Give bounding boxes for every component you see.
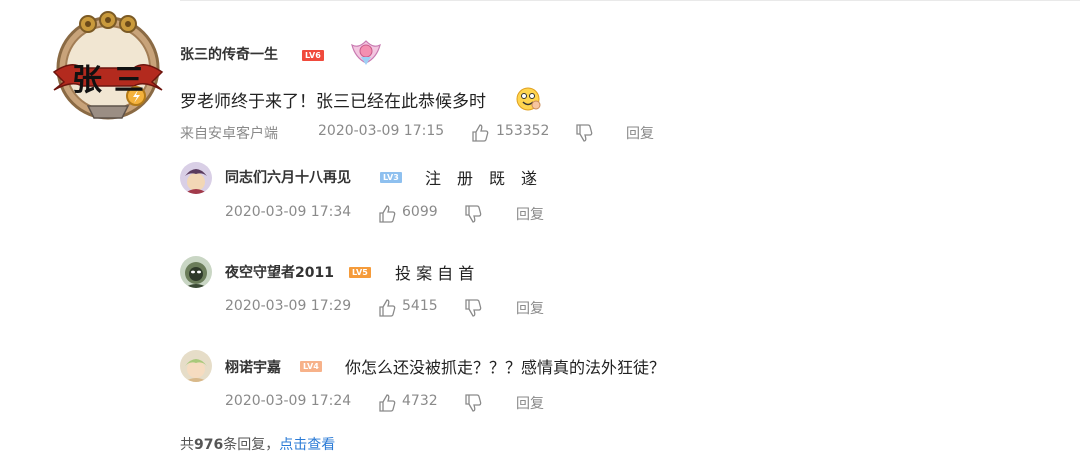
main-meta-row: 来自安卓客户端 2020-03-09 17:15 153352 回复 xyxy=(180,123,680,143)
like-count: 6099 xyxy=(402,204,438,220)
reply-username[interactable]: 夜空守望者2011 xyxy=(225,262,334,282)
level-badge: LV4 xyxy=(300,361,322,372)
reply-button[interactable]: 回复 xyxy=(516,298,544,318)
reply-avatar[interactable] xyxy=(180,162,212,194)
reply-username[interactable]: 同志们六月十八再见 xyxy=(225,167,351,187)
medal-badge-icon xyxy=(346,37,386,71)
total-count: 976 xyxy=(194,437,224,453)
thumbs-up-icon[interactable] xyxy=(377,393,397,413)
thumbs-up-icon[interactable] xyxy=(377,298,397,318)
thumbs-up-icon[interactable] xyxy=(470,123,490,143)
reply-meta-row: 2020-03-09 17:29 5415 回复 xyxy=(225,298,625,318)
reply-username[interactable]: 栩诺宇嘉 xyxy=(225,357,281,377)
like-count: 4732 xyxy=(402,393,438,409)
total-suffix: 条回复， xyxy=(223,437,280,453)
thumbs-down-icon[interactable] xyxy=(463,393,483,413)
level-badge: LV3 xyxy=(380,172,402,183)
total-prefix: 共 xyxy=(180,437,194,453)
reply-avatar[interactable] xyxy=(180,256,212,288)
reply-text: 你怎么还没被抓走？？？感情真的法外狂徒？ xyxy=(345,358,666,377)
timestamp: 2020-03-09 17:29 xyxy=(225,298,352,314)
like-count: 5415 xyxy=(402,298,438,314)
thumbs-down-icon[interactable] xyxy=(463,204,483,224)
avatar-char-2: 三 xyxy=(114,63,144,98)
reply-button[interactable]: 回复 xyxy=(516,204,544,224)
avatar-frame-icon xyxy=(52,11,164,120)
total-replies: 共976条回复，点击查看 xyxy=(180,434,335,454)
level-badge: LV5 xyxy=(349,267,371,278)
level-badge: LV6 xyxy=(302,50,324,61)
reply-button[interactable]: 回复 xyxy=(516,393,544,413)
main-comment-text: 罗老师终于来了！张三已经在此恭候多时 xyxy=(180,92,486,112)
reply-avatar[interactable] xyxy=(180,350,212,382)
like-count: 153352 xyxy=(496,123,550,139)
laughing-emoji-icon xyxy=(515,86,541,116)
reply-text: 投 案 自 首 xyxy=(395,264,475,283)
thumbs-down-icon[interactable] xyxy=(463,298,483,318)
top-divider xyxy=(180,0,1080,1)
source-label: 来自安卓客户端 xyxy=(180,126,278,142)
reply-meta-row: 2020-03-09 17:34 6099 回复 xyxy=(225,204,625,224)
reply-text: 注 册 既 遂 xyxy=(425,169,538,188)
view-all-replies-link[interactable]: 点击查看 xyxy=(279,437,335,453)
thumbs-up-icon[interactable] xyxy=(377,204,397,224)
timestamp: 2020-03-09 17:24 xyxy=(225,393,352,409)
main-avatar[interactable]: 张 三 xyxy=(52,10,164,122)
timestamp: 2020-03-09 17:34 xyxy=(225,204,352,220)
avatar-char-1: 张 xyxy=(72,63,102,98)
main-username[interactable]: 张三的传奇一生 xyxy=(180,44,278,64)
thumbs-down-icon[interactable] xyxy=(574,123,594,143)
reply-button[interactable]: 回复 xyxy=(626,123,654,143)
reply-meta-row: 2020-03-09 17:24 4732 回复 xyxy=(225,393,625,413)
timestamp: 2020-03-09 17:15 xyxy=(318,123,445,139)
